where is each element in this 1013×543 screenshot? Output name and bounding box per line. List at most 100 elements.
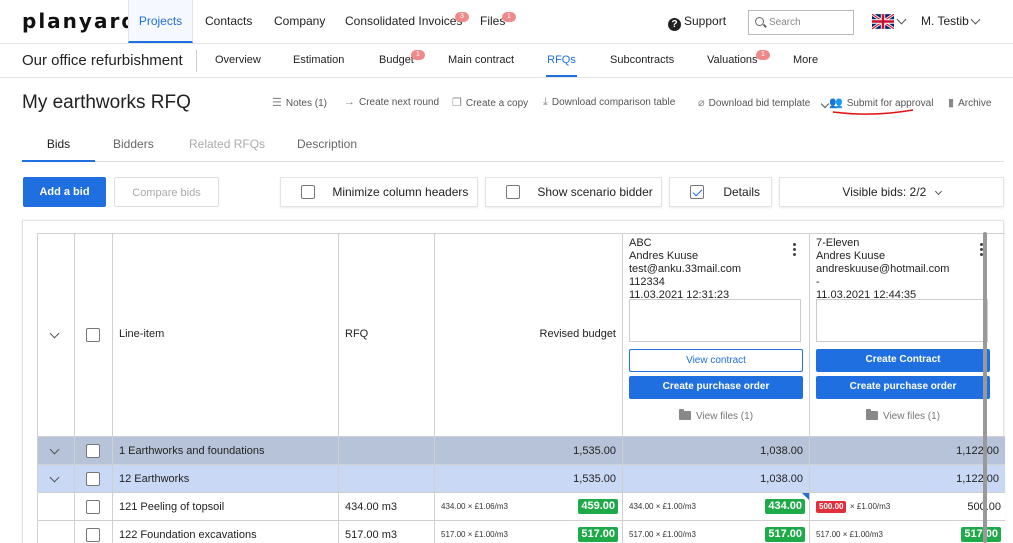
user-chevron-down-icon[interactable] [970,14,981,25]
tab-bidders[interactable]: Bidders [113,128,154,162]
add-bid-button[interactable]: Add a bid [23,177,106,207]
details-toggle[interactable]: Details [669,177,772,207]
tab-overview[interactable]: Overview [215,44,261,77]
tab-rfqs[interactable]: RFQs [546,44,577,77]
create-purchase-order-button[interactable]: Create purchase order [816,376,990,399]
bidder-company: 7-Eleven [816,237,860,249]
language-chevron-down-icon[interactable] [896,14,907,25]
row-chevron-icon[interactable] [49,444,60,455]
view-files-link[interactable]: View files (1) [629,409,803,422]
row-bid2: 1,122.00 [810,437,1005,465]
row-checkbox[interactable] [86,500,100,514]
planyard-logo[interactable]: planyard [22,9,138,33]
nav-contacts[interactable]: Contacts [205,0,252,43]
row-chevron-icon[interactable] [49,472,60,483]
row-checkbox[interactable] [86,528,100,542]
row-label: 12 Earthworks [113,465,339,493]
archive-action[interactable]: ▮ Archive [948,96,991,109]
row-budget-calc: 517.00 × £1.00/m3 [441,530,508,539]
create-copy-action[interactable]: ❐ Create a copy [452,96,528,109]
bidder-comment-field[interactable] [629,299,801,342]
download-comparison-label: Download comparison table [551,97,676,108]
compare-bids-button[interactable]: Compare bids [114,177,219,207]
view-files-link[interactable]: View files (1) [816,409,990,422]
search-placeholder: Search [769,17,801,28]
tab-description[interactable]: Description [297,128,357,162]
visible-bids-label: Visible bids: 2/2 [842,185,927,199]
row-select-cell [75,437,113,465]
nav-consolidated-invoices[interactable]: Consolidated Invoices [345,0,462,43]
row-label: 122 Foundation excavations [113,521,339,543]
tab-valuations[interactable]: Valuations [707,44,758,77]
details-checkbox[interactable] [690,185,704,199]
row-rfq: 517.00 m3 [339,521,435,543]
bidder-info: 7-Eleven Andres Kuuse andreskuuse@hotmai… [810,234,1005,305]
row-bid1-value: 434.00 [765,499,805,514]
search-input[interactable]: Search [748,10,854,35]
budget-badge: 1 [411,50,425,60]
bidder-phone: - [816,276,820,288]
tab-bids[interactable]: Bids [22,128,95,162]
show-scenario-toggle[interactable]: Show scenario bidder [485,177,662,207]
tab-subcontracts[interactable]: Subcontracts [610,44,674,77]
rfq-tabs [22,128,1004,162]
row-rfq [339,465,435,493]
more-chevron-down-icon[interactable] [820,99,830,109]
rfq-header: RFQ [339,234,435,437]
view-contract-button[interactable]: View contract [629,349,803,372]
row-checkbox[interactable] [86,444,100,458]
row-label: 121 Peeling of topsoil [113,493,339,521]
row-bid2-cell[interactable]: 500.00 × £1.00/m3 500.00 [810,493,1005,521]
create-purchase-order-button[interactable]: Create purchase order [629,376,803,399]
user-menu[interactable]: M. Testib [921,14,969,28]
bids-table-card: Line-item RFQ Revised budget ABC Andres … [22,220,1005,543]
note-indicator-icon [802,493,809,500]
uk-flag-icon[interactable] [872,14,894,29]
row-bid2-cell[interactable]: 517.00 × £1.00/m3 517.00 [810,521,1005,543]
nav-files[interactable]: Files [480,0,505,43]
download-bid-template-action[interactable]: ⌀ Download bid template [698,96,810,109]
bidder-comment-field[interactable] [816,299,988,342]
support-label: Support [684,14,727,28]
nav-consolidated-invoices-label: Consolidated Invoices [345,14,463,28]
row-expand-cell [38,465,75,493]
create-next-round-action[interactable]: → Create next round [344,96,439,108]
row-checkbox[interactable] [86,472,100,486]
tab-main-contract[interactable]: Main contract [448,44,514,77]
nav-company[interactable]: Company [274,0,325,43]
copy-icon: ❐ [452,97,462,109]
visible-bids-dropdown[interactable]: Visible bids: 2/2 [779,177,1004,207]
row-expand-cell [38,493,75,521]
row-bid2-calc: 517.00 × £1.00/m3 [816,530,883,539]
row-bid2: 1,122.00 [810,465,1005,493]
bidder-info: ABC Andres Kuuse test@anku.33mail.com 11… [623,234,809,305]
expand-all-chevron-icon[interactable] [49,328,60,339]
bidder-menu-icon[interactable] [793,243,796,258]
project-name[interactable]: Our office refurbishment [22,52,183,69]
row-select-cell [75,521,113,543]
notes-action[interactable]: ☰ Notes (1) [272,96,327,109]
archive-label: Archive [958,98,992,109]
create-contract-button[interactable]: Create Contract [816,349,990,372]
row-bid1-cell[interactable]: 434.00 × £1.00/m3 434.00 [623,493,810,521]
table-row-group: 12 Earthworks 1,535.00 1,038.00 1,122.00 [38,465,1005,493]
select-all-checkbox[interactable] [86,328,100,342]
line-item-header-label: Line-item [119,328,165,340]
user-name: M. Testib [921,14,969,28]
table-scrollbar[interactable] [983,232,987,543]
paperclip-icon: ⌀ [698,97,705,109]
tab-estimation[interactable]: Estimation [293,44,344,77]
create-next-round-label: Create next round [359,97,440,108]
tab-more[interactable]: More [793,44,818,77]
minimize-headers-toggle[interactable]: Minimize column headers [280,177,478,207]
nav-projects[interactable]: Projects [128,0,193,43]
minimize-headers-checkbox[interactable] [301,185,315,199]
row-rfq [339,437,435,465]
support-link[interactable]: ? Support [668,14,726,31]
download-comparison-action[interactable]: ⤓ Download comparison table [543,96,675,109]
show-scenario-checkbox[interactable] [506,185,520,199]
tab-budget[interactable]: Budget [379,44,414,77]
row-bid1-cell[interactable]: 517.00 × £1.00/m3 517.00 [623,521,810,543]
row-budget-value: 517.00 [578,527,618,542]
bids-table: Line-item RFQ Revised budget ABC Andres … [37,233,1005,543]
